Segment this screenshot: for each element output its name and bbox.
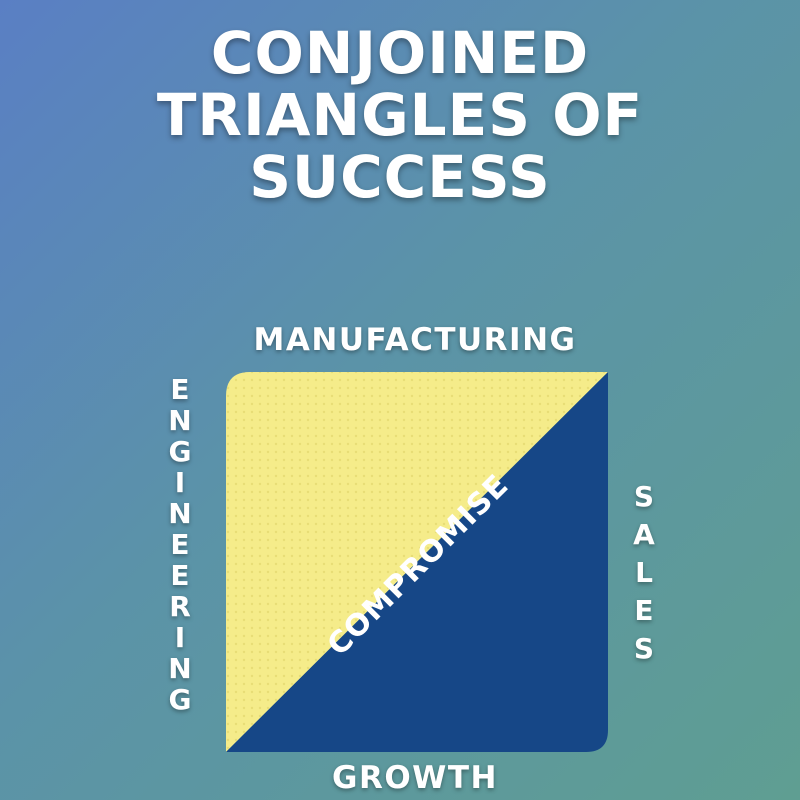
sales-label-letter: S	[633, 480, 655, 513]
engineering-label: ENGINEERING	[160, 374, 200, 715]
engineering-label-letter: N	[168, 652, 192, 685]
engineering-label-letter: I	[174, 621, 186, 654]
sales-label-letter: A	[633, 518, 655, 551]
engineering-label-letter: N	[168, 404, 192, 437]
sales-label-letter: S	[633, 632, 655, 665]
engineering-label-letter: R	[169, 590, 191, 623]
engineering-label-letter: G	[168, 435, 192, 468]
engineering-label-letter: G	[168, 683, 192, 716]
sales-label: SALES	[624, 478, 664, 668]
engineering-label-letter: E	[170, 528, 190, 561]
square-diagram: COMPROMISE	[226, 372, 608, 752]
sales-label-letter: L	[635, 556, 653, 589]
engineering-label-letter: E	[170, 373, 190, 406]
engineering-label-letter: N	[168, 497, 192, 530]
growth-label: GROWTH	[332, 760, 498, 796]
engineering-label-letter: E	[170, 559, 190, 592]
sales-label-letter: E	[634, 594, 654, 627]
engineering-label-letter: I	[174, 466, 186, 499]
